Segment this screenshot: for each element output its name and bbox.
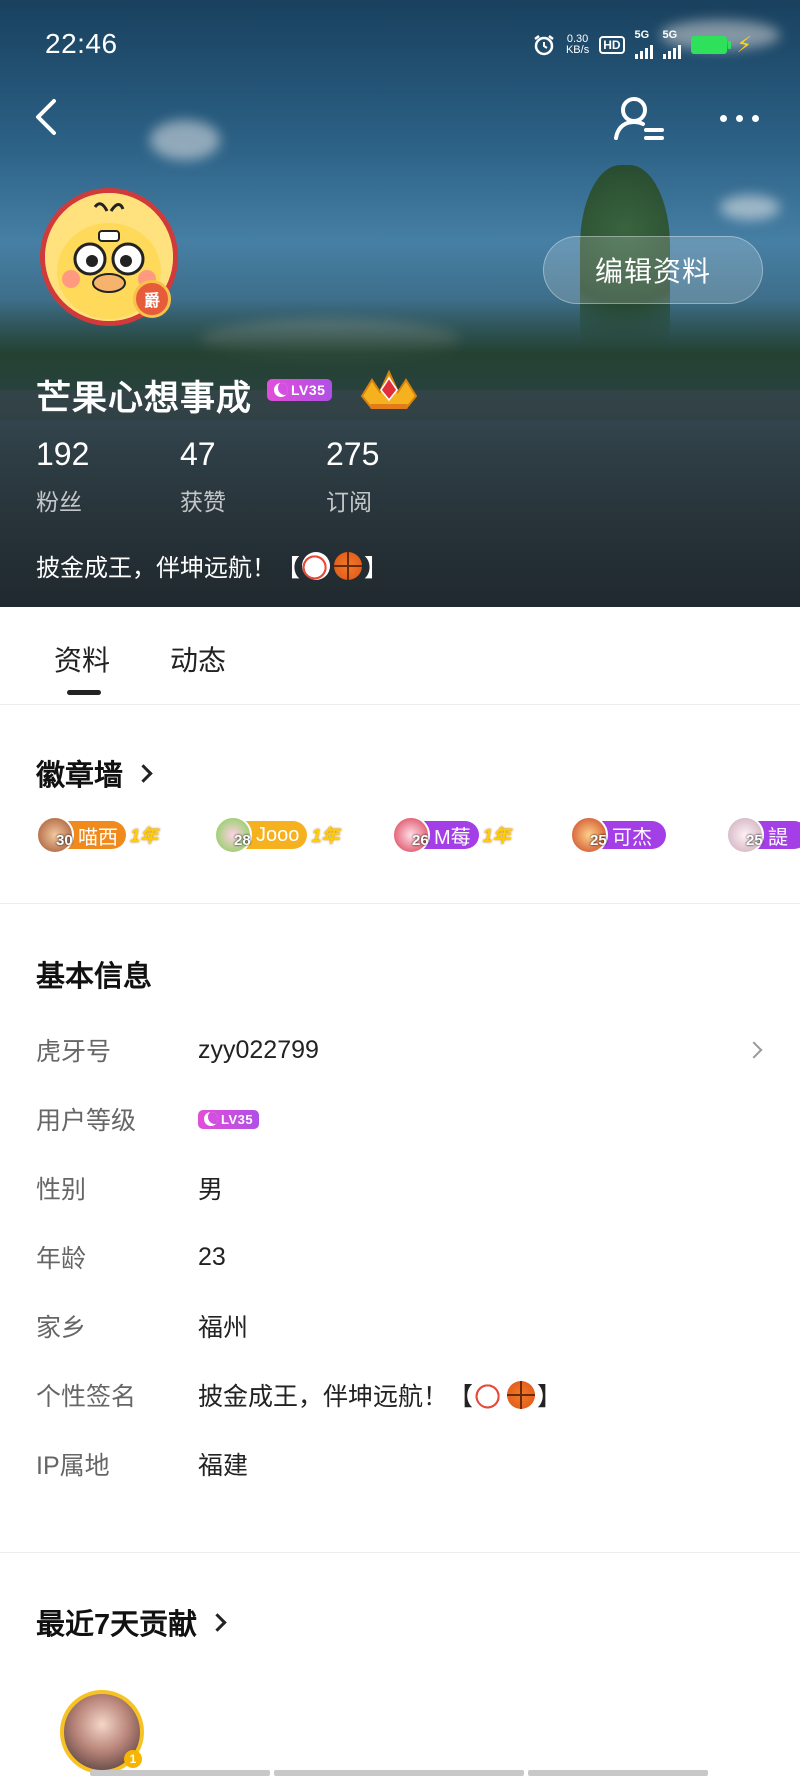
network-speed: 0.30 KB/s: [565, 32, 590, 56]
stat-fans[interactable]: 192 粉丝: [36, 436, 89, 517]
contributor-rank-badge: 1: [124, 1750, 142, 1768]
moon-icon: [274, 383, 288, 397]
username: 芒果心想事成: [36, 379, 253, 418]
badge-year-mark: 1年: [311, 826, 340, 846]
more-dot: [736, 114, 743, 122]
fan-badge[interactable]: 28 Jooo 1年: [214, 816, 340, 854]
stat-label: 获赞: [180, 489, 226, 515]
profile-tabs: 资料 动态: [0, 607, 800, 705]
badge-wall-list: 30 喵西 1年 28 Jooo 1年 26 M莓 1年 25 可杰 25 諟: [36, 812, 800, 860]
active-tab-indicator: [67, 690, 101, 695]
battery-icon: [690, 35, 731, 54]
info-row-signature: 个性签名 披金成王，伴坤远航！【 】: [36, 1381, 563, 1411]
charging-icon: ⚡: [736, 31, 752, 57]
scroll-placeholder-bars: [90, 1770, 708, 1776]
basic-info-title: 基本信息: [36, 961, 153, 993]
back-button[interactable]: [28, 95, 68, 139]
stat-subscriptions[interactable]: 275 订阅: [326, 436, 379, 517]
huya-id-value: zyy022799: [198, 1035, 319, 1064]
fan-badge[interactable]: 30 喵西 1年: [36, 816, 159, 854]
alarm-icon: [534, 34, 554, 55]
signal-bars-icon: [662, 41, 681, 59]
stat-value: 47: [180, 436, 216, 472]
stat-value: 275: [326, 436, 380, 472]
section-divider: [0, 903, 800, 904]
signal-sim1: 5G: [634, 30, 653, 59]
info-row-ip-location: IP属地 福建: [36, 1452, 249, 1480]
status-time: 22:46: [45, 28, 118, 59]
info-row-age: 年龄 23: [36, 1242, 226, 1274]
noble-crown-icon[interactable]: [358, 366, 420, 412]
chevron-right-icon: [208, 1612, 227, 1632]
stat-value: 192: [36, 436, 90, 472]
fan-badge[interactable]: 25 諟: [726, 816, 800, 854]
stat-label: 订阅: [326, 489, 372, 515]
chicken-emoji-icon: [475, 1381, 504, 1409]
user-list-icon: [614, 97, 664, 140]
profile-bio: 披金成王，伴坤远航！【 】: [36, 548, 388, 583]
signal-bars-icon: [634, 41, 653, 59]
info-row-gender: 性别 男: [36, 1176, 224, 1204]
chicken-emoji-icon: [302, 551, 330, 580]
tab-activity[interactable]: 动态: [170, 639, 226, 679]
more-dot: [752, 114, 759, 122]
stat-label: 粉丝: [36, 489, 82, 515]
status-bar: 22:46 0.30 KB/s HD 5G 5G ⚡: [0, 0, 800, 90]
section-divider: [0, 1552, 800, 1553]
info-row-huya-id[interactable]: 虎牙号 zyy022799: [36, 1030, 766, 1070]
basketball-emoji-icon: [334, 551, 362, 580]
noble-rank-badge: 爵: [133, 280, 171, 318]
signal-sim2: 5G: [662, 30, 681, 59]
user-level-badge: LV35: [198, 1109, 260, 1129]
info-row-hometown: 家乡 福州: [36, 1314, 249, 1342]
tab-profile-info[interactable]: 资料: [54, 639, 110, 679]
user-manage-button[interactable]: [610, 92, 666, 146]
more-button[interactable]: [720, 106, 770, 130]
fan-badge[interactable]: 26 M莓 1年: [392, 816, 511, 854]
basketball-emoji-icon: [507, 1381, 536, 1409]
back-arrow-icon: [36, 99, 56, 135]
recent-contribution-header[interactable]: 最近7天贡献: [36, 1601, 227, 1643]
hd-icon: HD: [599, 35, 625, 54]
badge-wall-header[interactable]: 徽章墙: [36, 752, 153, 794]
user-level-badge[interactable]: LV35: [267, 379, 333, 401]
fan-badge[interactable]: 25 可杰: [570, 816, 666, 854]
more-dot: [720, 114, 727, 122]
status-icons: 0.30 KB/s HD 5G 5G ⚡: [532, 30, 752, 59]
chevron-right-icon: [134, 763, 153, 783]
chevron-right-icon: [745, 1041, 763, 1059]
moon-icon: [204, 1112, 218, 1126]
stat-likes[interactable]: 47 获赞: [180, 436, 226, 517]
badge-year-mark: 1年: [130, 826, 159, 846]
edit-profile-button[interactable]: 编辑资料: [543, 236, 763, 304]
info-row-user-level: 用户等级 LV35: [36, 1099, 766, 1139]
badge-year-mark: 1年: [482, 826, 511, 846]
